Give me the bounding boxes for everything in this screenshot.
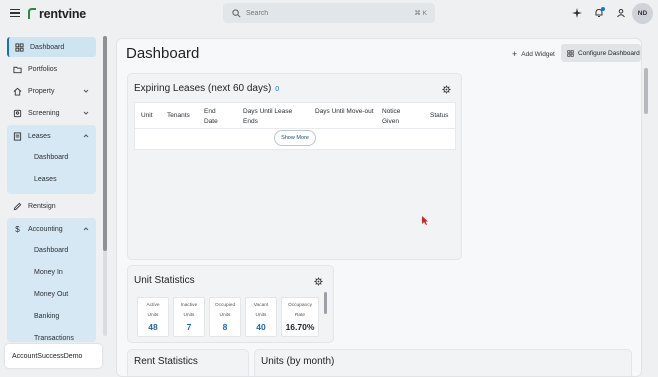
sidebar-subitem-transactions[interactable]: Transactions <box>34 335 74 342</box>
stat-vacant-units: Vacant Units 40 <box>245 297 277 337</box>
brand-logo[interactable]: rentvine <box>28 7 86 21</box>
mouse-cursor-icon <box>422 216 428 225</box>
stat-value[interactable]: 40 <box>246 322 276 332</box>
stat-label: Units <box>147 313 159 318</box>
stat-occupied-units: Occupied Units 8 <box>209 297 241 337</box>
column-header: Unit <box>141 112 153 119</box>
expiring-leases-count[interactable]: 0 <box>275 86 279 93</box>
rentvine-logo-icon <box>28 8 37 20</box>
sidebar-item-label: Accounting <box>28 225 63 233</box>
sidebar-subitem-money-in[interactable]: Money In <box>34 269 63 276</box>
sidebar-item-rentsign[interactable]: Rentsign <box>7 196 96 216</box>
chevron-down-icon <box>83 89 89 93</box>
chevron-down-icon <box>83 111 89 115</box>
page-title: Dashboard <box>126 45 200 62</box>
unit-statistics-widget: Unit Statistics Active Units 48 Inactive… <box>127 265 334 343</box>
pen-icon <box>13 202 22 210</box>
stat-value[interactable]: 8 <box>210 322 240 332</box>
sparkle-icon[interactable] <box>572 8 582 18</box>
search-bar[interactable]: ⌘ K <box>223 3 435 23</box>
sidebar-item-accounting[interactable]: $ Accounting <box>7 219 96 239</box>
account-switcher[interactable]: AccountSuccessDemo <box>5 344 102 368</box>
user-icon[interactable] <box>616 8 626 18</box>
column-header: End Date <box>204 108 218 125</box>
top-bar: rentvine ⌘ K ND <box>0 0 658 28</box>
plus-icon: + <box>512 49 518 59</box>
column-header: Notice Given <box>382 108 401 125</box>
units-by-month-widget: Units (by month) <box>254 349 632 376</box>
folder-icon <box>13 66 22 73</box>
stat-label: Vacant <box>253 303 269 308</box>
gear-icon[interactable] <box>314 277 323 286</box>
column-header: Status <box>430 112 449 119</box>
rent-statistics-widget: Rent Statistics <box>127 349 249 376</box>
menu-icon[interactable] <box>10 9 20 17</box>
search-input[interactable] <box>246 9 396 17</box>
sidebar-subitem-leases[interactable]: Leases <box>34 176 57 183</box>
sidebar-item-leases[interactable]: Leases <box>7 126 96 146</box>
dollar-icon: $ <box>15 224 20 234</box>
stat-occupancy-rate: Occupancy Rate 16.70% <box>281 297 319 337</box>
grid-icon <box>15 42 24 52</box>
search-shortcut: ⌘ K <box>414 10 427 17</box>
grid-icon <box>567 49 574 57</box>
brand-name: rentvine <box>39 7 87 21</box>
stat-label: Active <box>146 303 160 308</box>
sidebar-subitem-money-out[interactable]: Money Out <box>34 291 68 298</box>
sidebar-scrollbar[interactable] <box>103 36 107 336</box>
stat-active-units: Active Units 48 <box>137 297 169 337</box>
search-icon <box>232 8 241 17</box>
sidebar-item-label: Property <box>28 87 55 95</box>
configure-dashboard-button[interactable]: Configure Dashboard <box>561 44 641 62</box>
column-header: Days Until Lease Ends <box>243 108 293 125</box>
stat-value[interactable]: 7 <box>174 322 204 332</box>
expiring-leases-title: Expiring Leases (next 60 days) <box>134 83 272 94</box>
sidebar-item-dashboard[interactable]: Dashboard <box>7 37 96 57</box>
rent-statistics-title: Rent Statistics <box>134 356 198 367</box>
column-header: Days Until Move-out <box>315 108 374 115</box>
lease-icon <box>13 131 22 141</box>
stat-label: Units <box>255 313 267 318</box>
units-by-month-title: Units (by month) <box>261 356 335 367</box>
stat-value[interactable]: 48 <box>138 322 168 332</box>
sidebar-item-label: Rentsign <box>28 202 56 210</box>
stats-scrollbar[interactable] <box>324 292 327 314</box>
sidebar-subitem-accounting-dashboard[interactable]: Dashboard <box>34 247 68 254</box>
sidebar-item-label: Dashboard <box>30 43 65 51</box>
sidebar-item-portfolios[interactable]: Portfolios <box>7 59 96 79</box>
stat-label: Inactive <box>180 303 198 308</box>
add-widget-label: Add Widget <box>521 50 555 58</box>
stat-value: 16.70% <box>285 322 315 332</box>
stat-label: Occupancy <box>288 303 312 308</box>
sidebar-item-label: Portfolios <box>28 65 58 73</box>
stat-label: Units <box>183 313 195 318</box>
add-widget-button[interactable]: + Add Widget <box>512 47 555 61</box>
sidebar-subitem-banking[interactable]: Banking <box>34 313 59 320</box>
stat-label: Occupied <box>214 303 236 308</box>
sidebar-item-label: Leases <box>28 132 51 140</box>
widget-title: Expiring Leases (next 60 days) 0 <box>134 83 279 94</box>
stat-label: Units <box>219 313 231 318</box>
sidebar-item-screening[interactable]: Screening <box>7 103 96 123</box>
show-more-button[interactable]: Show More <box>274 130 316 146</box>
expiring-leases-widget: Expiring Leases (next 60 days) 0 Unit Ten… <box>127 73 462 260</box>
chevron-up-icon <box>83 134 89 138</box>
gear-icon[interactable] <box>442 85 451 94</box>
notification-dot <box>601 7 605 11</box>
main-panel: Dashboard + Add Widget Configure Dashboa… <box>116 38 642 377</box>
sidebar-subitem-leases-dashboard[interactable]: Dashboard <box>34 154 68 161</box>
chevron-up-icon <box>83 227 89 231</box>
unit-statistics-title: Unit Statistics <box>134 275 195 286</box>
stat-inactive-units: Inactive Units 7 <box>173 297 205 337</box>
home-icon <box>13 87 22 96</box>
column-header: Tenants <box>167 112 190 119</box>
stat-label: Rate <box>294 313 306 318</box>
sidebar-item-property[interactable]: Property <box>7 81 96 101</box>
expiring-leases-table: Unit Tenants End Date Days Until Lease E… <box>134 102 456 150</box>
main-scrollbar[interactable] <box>644 68 648 114</box>
configure-dashboard-label: Configure Dashboard <box>578 49 640 57</box>
sidebar-item-label: Screening <box>28 109 60 117</box>
screening-icon <box>13 109 22 117</box>
avatar[interactable]: ND <box>632 3 653 24</box>
